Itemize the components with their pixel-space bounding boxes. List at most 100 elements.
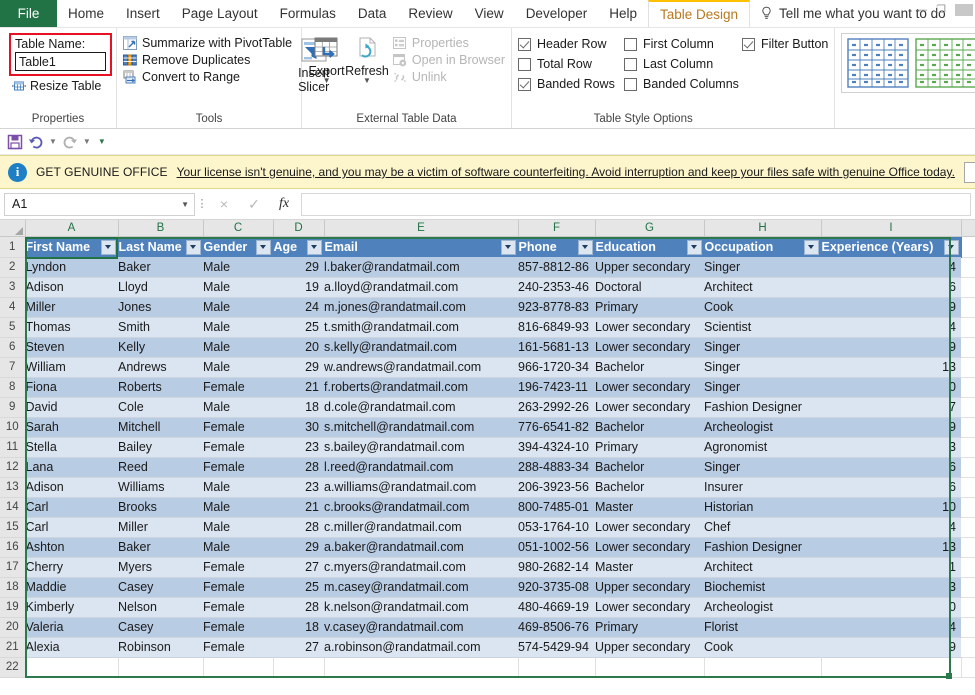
checkbox-filter-button-box[interactable] [742, 37, 755, 51]
empty-cell[interactable] [961, 657, 975, 678]
empty-cell[interactable] [961, 397, 975, 418]
table-cell[interactable]: Myers [118, 557, 203, 578]
table-cell[interactable]: Singer [704, 357, 821, 378]
table-cell[interactable]: Upper secondary [595, 637, 704, 658]
table-cell[interactable]: Lower secondary [595, 597, 704, 618]
table-cell[interactable]: 4 [821, 517, 961, 538]
table-cell[interactable]: Male [203, 277, 273, 298]
checkbox-banded-columns[interactable]: Banded Columns [624, 77, 742, 91]
tab-formulas[interactable]: Formulas [269, 0, 347, 27]
table-cell[interactable]: 13 [821, 537, 961, 558]
table-cell[interactable]: 394-4324-10 [518, 437, 595, 458]
checkbox-banded-rows-box[interactable] [518, 77, 531, 91]
empty-cell[interactable] [961, 537, 975, 558]
undo-icon[interactable] [28, 135, 44, 149]
table-cell[interactable]: Archeologist [704, 417, 821, 438]
table-style-blue-icon[interactable] [847, 38, 910, 88]
checkbox-first-column[interactable]: First Column [624, 37, 742, 51]
table-cell[interactable]: Female [203, 637, 273, 658]
cancel-entry-icon[interactable]: × [209, 193, 239, 216]
table-cell[interactable]: Stella [25, 437, 118, 458]
table-column-header-occupation[interactable]: Occupation [704, 236, 822, 257]
column-header-J-partial[interactable] [961, 220, 975, 237]
table-cell[interactable]: l.baker@randatmail.com [324, 257, 518, 278]
table-cell[interactable]: 23 [273, 437, 324, 458]
table-cell[interactable]: Architect [704, 557, 821, 578]
table-cell[interactable]: Doctoral [595, 277, 704, 298]
checkbox-last-column-box[interactable] [624, 57, 637, 71]
table-cell[interactable]: Historian [704, 497, 821, 518]
table-cell[interactable]: Male [203, 537, 273, 558]
table-cell[interactable]: Primary [595, 617, 704, 638]
table-cell[interactable]: Cook [704, 637, 821, 658]
table-cell[interactable]: Bachelor [595, 357, 704, 378]
table-cell[interactable]: Bachelor [595, 477, 704, 498]
table-cell[interactable]: Female [203, 417, 273, 438]
table-cell[interactable]: 19 [273, 277, 324, 298]
empty-cell[interactable] [961, 577, 975, 598]
filter-button-phone[interactable] [577, 239, 593, 255]
insert-function-icon[interactable]: fx [269, 193, 299, 216]
table-cell[interactable]: Lower secondary [595, 337, 704, 358]
table-cell[interactable]: Upper secondary [595, 577, 704, 598]
convert-to-range-button[interactable]: Convert to Range [123, 70, 292, 84]
table-cell[interactable]: 196-7423-11 [518, 377, 595, 398]
redo-icon[interactable] [62, 135, 78, 149]
empty-cell[interactable] [324, 657, 519, 678]
table-cell[interactable]: Kimberly [25, 597, 118, 618]
table-cell[interactable]: 25 [273, 317, 324, 338]
table-cell[interactable]: Primary [595, 437, 704, 458]
table-cell[interactable]: Female [203, 557, 273, 578]
table-cell[interactable]: Cook [704, 297, 821, 318]
table-cell[interactable]: v.casey@randatmail.com [324, 617, 518, 638]
empty-cell[interactable] [961, 557, 975, 578]
filter-button-experience[interactable] [943, 239, 959, 255]
column-header-G[interactable]: G [595, 220, 705, 237]
table-cell[interactable]: 800-7485-01 [518, 497, 595, 518]
table-cell[interactable]: 28 [273, 457, 324, 478]
tab-help[interactable]: Help [598, 0, 648, 27]
empty-cell[interactable] [595, 657, 705, 678]
tab-view[interactable]: View [464, 0, 515, 27]
checkbox-banded-rows[interactable]: Banded Rows [518, 77, 624, 91]
table-cell[interactable]: Carl [25, 497, 118, 518]
table-cell[interactable]: 7 [821, 397, 961, 418]
row-header-16[interactable]: 16 [0, 537, 26, 558]
table-cell[interactable]: Adison [25, 277, 118, 298]
column-header-A[interactable]: A [25, 220, 119, 237]
table-cell[interactable]: Female [203, 457, 273, 478]
save-icon[interactable] [7, 134, 23, 150]
checkbox-banded-columns-box[interactable] [624, 77, 637, 91]
table-cell[interactable]: Master [595, 497, 704, 518]
checkbox-header-row[interactable]: Header Row [518, 37, 624, 51]
table-cell[interactable]: 923-8778-83 [518, 297, 595, 318]
table-column-header-age[interactable]: Age [273, 236, 325, 257]
table-cell[interactable]: Kelly [118, 337, 203, 358]
table-cell[interactable]: Lloyd [118, 277, 203, 298]
empty-cell[interactable] [961, 297, 975, 318]
table-cell[interactable]: Male [203, 517, 273, 538]
table-column-header-experience[interactable]: Experience (Years) [821, 236, 962, 257]
table-column-header-email[interactable]: Email [324, 236, 519, 257]
table-cell[interactable]: Male [203, 477, 273, 498]
table-cell[interactable]: Male [203, 337, 273, 358]
table-cell[interactable]: Nelson [118, 597, 203, 618]
row-header-19[interactable]: 19 [0, 597, 26, 618]
tab-data[interactable]: Data [347, 0, 398, 27]
table-cell[interactable]: Female [203, 577, 273, 598]
empty-cell[interactable] [961, 497, 975, 518]
table-cell[interactable]: 469-8506-76 [518, 617, 595, 638]
table-cell[interactable]: w.andrews@randatmail.com [324, 357, 518, 378]
table-cell[interactable]: 051-1002-56 [518, 537, 595, 558]
column-header-B[interactable]: B [118, 220, 204, 237]
name-box[interactable]: A1 ▼ [4, 192, 195, 216]
table-cell[interactable]: 816-6849-93 [518, 317, 595, 338]
table-cell[interactable]: 3 [821, 577, 961, 598]
name-box-chevron-down-icon[interactable]: ▼ [181, 200, 189, 209]
table-cell[interactable]: 30 [273, 417, 324, 438]
empty-cell[interactable] [273, 657, 325, 678]
empty-cell[interactable] [961, 236, 975, 258]
refresh-chevron-down-icon[interactable]: ▼ [363, 77, 371, 85]
table-cell[interactable]: f.roberts@randatmail.com [324, 377, 518, 398]
table-cell[interactable]: Cherry [25, 557, 118, 578]
